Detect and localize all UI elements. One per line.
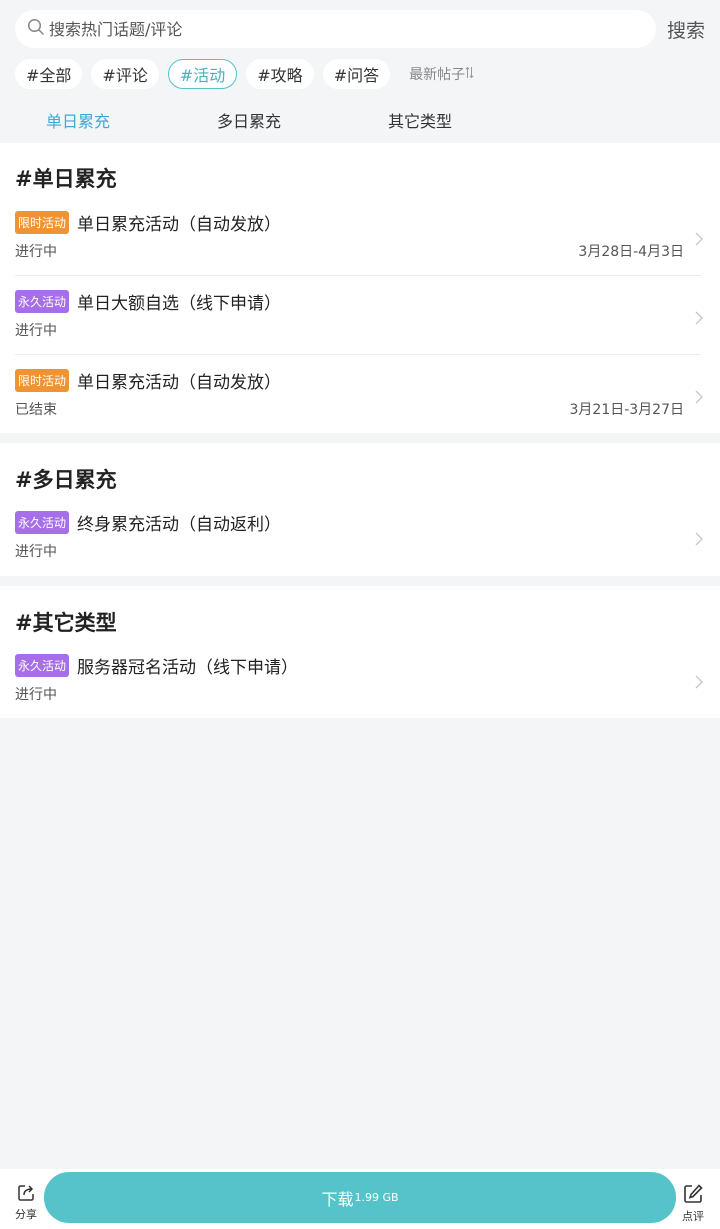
tab-single-day[interactable]: 单日累充 <box>46 108 110 132</box>
item-title: 服务器冠名活动（线下申请） <box>77 658 298 678</box>
list-item[interactable]: 限时活动 单日累充活动（自动发放） 已结束 3月21日-3月27日 <box>0 369 720 448</box>
edit-icon <box>682 1184 704 1209</box>
sort-label: 最新帖子 <box>409 67 466 83</box>
item-title: 终身累充活动（自动返利） <box>77 515 281 535</box>
chevron-right-icon <box>695 390 703 404</box>
chevron-right-icon <box>695 532 703 546</box>
section-title: #单日累充 <box>15 167 117 191</box>
limited-badge: 限时活动 <box>15 211 70 234</box>
bottom-action-bar: 分享 下载 1.99 GB 点评 <box>0 1169 720 1229</box>
search-input[interactable] <box>49 19 609 39</box>
top-bar: 搜索 #全部 #评论 #活动 #攻略 #问答 最新帖子 单日累充 多日累充 其它… <box>0 0 720 143</box>
tag-all[interactable]: #全部 <box>15 59 83 89</box>
download-button[interactable]: 下载 1.99 GB <box>44 1172 676 1223</box>
item-status: 进行中 <box>15 687 57 703</box>
search-button[interactable]: 搜索 <box>667 16 705 43</box>
tag-guides[interactable]: #攻略 <box>246 59 314 89</box>
review-label: 点评 <box>682 1210 704 1223</box>
share-icon <box>16 1185 36 1207</box>
tag-filter-bar: #全部 #评论 #活动 #攻略 #问答 最新帖子 <box>15 59 474 89</box>
search-box[interactable] <box>15 10 656 48</box>
divider <box>15 275 701 276</box>
chevron-right-icon <box>695 232 703 246</box>
share-button[interactable]: 分享 <box>12 1183 40 1222</box>
permanent-badge: 永久活动 <box>15 654 70 677</box>
section-single-day: #单日累充 限时活动 单日累充活动（自动发放） 进行中 3月28日-4月3日 永… <box>0 143 720 433</box>
item-status: 已结束 <box>15 402 57 418</box>
list-item[interactable]: 永久活动 单日大额自选（线下申请） 进行中 <box>0 290 720 369</box>
permanent-badge: 永久活动 <box>15 290 70 313</box>
section-title: #多日累充 <box>15 468 117 492</box>
section-title: #其它类型 <box>15 611 117 635</box>
sort-button[interactable]: 最新帖子 <box>409 64 474 84</box>
search-icon <box>27 18 45 40</box>
item-title: 单日累充活动（自动发放） <box>77 215 281 235</box>
tag-qa[interactable]: #问答 <box>322 59 391 89</box>
section-other: #其它类型 永久活动 服务器冠名活动（线下申请） 进行中 <box>0 586 720 718</box>
share-label: 分享 <box>15 1208 37 1221</box>
list-item[interactable]: 限时活动 单日累充活动（自动发放） 进行中 3月28日-4月3日 <box>0 211 720 290</box>
item-title: 单日累充活动（自动发放） <box>77 373 281 393</box>
chevron-right-icon <box>695 311 703 325</box>
review-button[interactable]: 点评 <box>680 1183 706 1224</box>
item-date: 3月28日-4月3日 <box>578 244 684 260</box>
tab-multi-day[interactable]: 多日累充 <box>217 108 281 132</box>
item-status: 进行中 <box>15 323 57 339</box>
download-size: 1.99 GB <box>354 1191 399 1204</box>
divider <box>15 354 701 355</box>
download-label: 下载 <box>321 1189 354 1209</box>
list-item[interactable]: 永久活动 终身累充活动（自动返利） 进行中 <box>0 511 720 590</box>
sort-arrows-icon <box>465 66 474 83</box>
item-title: 单日大额自选（线下申请） <box>77 294 281 314</box>
tag-events[interactable]: #活动 <box>167 59 238 89</box>
item-status: 进行中 <box>15 244 57 260</box>
item-date: 3月21日-3月27日 <box>569 402 685 418</box>
limited-badge: 限时活动 <box>15 369 70 392</box>
tag-reviews[interactable]: #评论 <box>91 59 159 89</box>
list-item[interactable]: 永久活动 服务器冠名活动（线下申请） 进行中 <box>0 654 720 733</box>
permanent-badge: 永久活动 <box>15 511 70 534</box>
item-status: 进行中 <box>15 544 57 560</box>
section-multi-day: #多日累充 永久活动 终身累充活动（自动返利） 进行中 <box>0 443 720 576</box>
chevron-right-icon <box>695 675 703 689</box>
tab-other[interactable]: 其它类型 <box>388 108 452 132</box>
category-tabs: 单日累充 多日累充 其它类型 <box>0 108 720 134</box>
